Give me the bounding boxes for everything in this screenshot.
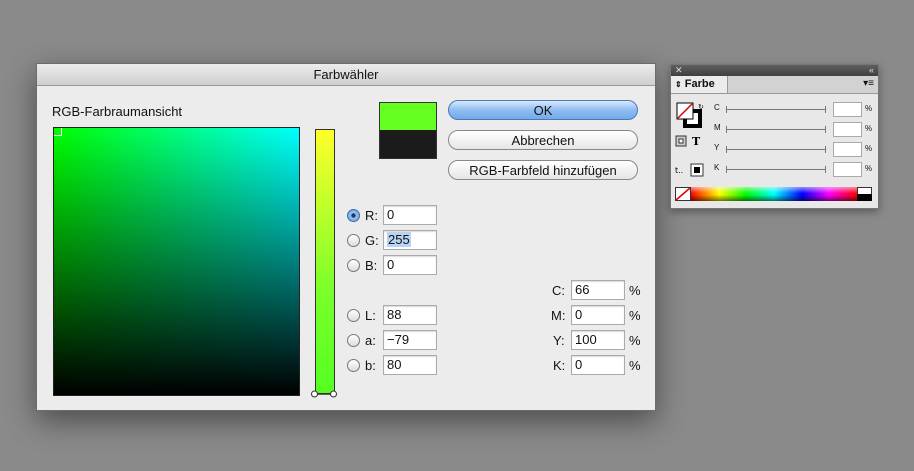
panel-k-input[interactable] bbox=[833, 162, 862, 177]
m-unit: % bbox=[629, 308, 641, 323]
tab-farbe[interactable]: ⇕ Farbe bbox=[671, 76, 728, 93]
panel-m-label: M bbox=[714, 123, 721, 132]
color-picker-dialog: Farbwähler RGB-Farbraumansicht OK Abbrec… bbox=[36, 63, 656, 411]
panel-c-unit: % bbox=[865, 104, 873, 113]
radio-r[interactable] bbox=[347, 209, 360, 222]
close-icon[interactable]: ✕ bbox=[675, 65, 683, 76]
original-color-swatch[interactable] bbox=[379, 130, 437, 159]
panel-c-slider[interactable] bbox=[726, 106, 826, 113]
panel-c-label: C bbox=[714, 103, 720, 112]
g-label: G: bbox=[365, 233, 379, 248]
r-input[interactable]: 0 bbox=[383, 205, 437, 225]
m-input[interactable]: 0 bbox=[571, 305, 625, 325]
panel-menu-icon[interactable]: ▾≡ bbox=[863, 78, 874, 89]
b-input[interactable]: 0 bbox=[383, 255, 437, 275]
black-swatch[interactable] bbox=[857, 194, 872, 201]
tab-arrows-icon: ⇕ bbox=[675, 80, 682, 89]
svg-text:t..: t.. bbox=[675, 166, 683, 175]
c-label: C: bbox=[552, 283, 565, 298]
none-color-icon[interactable] bbox=[675, 187, 691, 201]
g-input[interactable]: 255 bbox=[383, 230, 437, 250]
k-input[interactable]: 0 bbox=[571, 355, 625, 375]
panel-c-input[interactable] bbox=[833, 102, 862, 117]
b-label: B: bbox=[365, 258, 378, 273]
add-rgb-swatch-button[interactable]: RGB-Farbfeld hinzufügen bbox=[448, 160, 638, 180]
panel-m-input[interactable] bbox=[833, 122, 862, 137]
panel-header[interactable]: ✕ « bbox=[671, 65, 878, 76]
new-color-swatch bbox=[379, 102, 437, 131]
k-unit: % bbox=[629, 358, 641, 373]
y-unit: % bbox=[629, 333, 641, 348]
y-input[interactable]: 100 bbox=[571, 330, 625, 350]
lab-a-input[interactable]: −79 bbox=[383, 330, 437, 350]
panel-y-input[interactable] bbox=[833, 142, 862, 157]
radio-lab-l[interactable] bbox=[347, 309, 360, 322]
panel-y-slider[interactable] bbox=[726, 146, 826, 153]
slider-handle-icon[interactable] bbox=[311, 390, 337, 398]
lab-b-input[interactable]: 80 bbox=[383, 355, 437, 375]
lab-l-input[interactable]: 88 bbox=[383, 305, 437, 325]
c-input[interactable]: 66 bbox=[571, 280, 625, 300]
panel-y-label: Y bbox=[714, 143, 720, 152]
color-space-label: RGB-Farbraumansicht bbox=[52, 104, 183, 119]
collapse-icon[interactable]: « bbox=[869, 65, 874, 76]
lab-a-label: a: bbox=[365, 333, 376, 348]
formatting-container-text-icon[interactable]: T bbox=[675, 135, 707, 147]
lab-l-label: L: bbox=[365, 308, 376, 323]
c-unit: % bbox=[629, 283, 641, 298]
panel-k-unit: % bbox=[865, 164, 873, 173]
radio-b[interactable] bbox=[347, 259, 360, 272]
color-spectrum-ramp[interactable] bbox=[691, 187, 857, 201]
cancel-button[interactable]: Abbrechen bbox=[448, 130, 638, 150]
lab-b-label: b: bbox=[365, 358, 376, 373]
k-label: K: bbox=[553, 358, 566, 373]
panel-m-slider[interactable] bbox=[726, 126, 826, 133]
r-label: R: bbox=[365, 208, 378, 223]
svg-text:↻: ↻ bbox=[698, 103, 704, 111]
dialog-title: Farbwähler bbox=[37, 64, 655, 86]
panel-tabbar: ⇕ Farbe ▾≡ bbox=[671, 76, 878, 94]
panel-k-label: K bbox=[714, 163, 720, 172]
color-slider[interactable] bbox=[315, 129, 335, 394]
panel-y-unit: % bbox=[865, 144, 873, 153]
panel-k-slider[interactable] bbox=[726, 166, 826, 173]
m-label: M: bbox=[551, 308, 566, 323]
radio-lab-a[interactable] bbox=[347, 334, 360, 347]
tint-black-icon[interactable]: t.. bbox=[675, 163, 707, 177]
y-label: Y: bbox=[553, 333, 565, 348]
g-input-value: 255 bbox=[387, 232, 411, 247]
fill-stroke-proxy-icon[interactable]: ↻ bbox=[675, 101, 705, 131]
color-field-marker[interactable] bbox=[54, 128, 62, 136]
tab-farbe-label: Farbe bbox=[684, 78, 715, 90]
color-field[interactable] bbox=[53, 127, 300, 396]
color-panel: ✕ « ⇕ Farbe ▾≡ ↻ T t.. C % M % Y % K % bbox=[670, 64, 879, 209]
white-swatch[interactable] bbox=[857, 187, 872, 194]
radio-g[interactable] bbox=[347, 234, 360, 247]
panel-m-unit: % bbox=[865, 124, 873, 133]
svg-text:T: T bbox=[692, 135, 701, 147]
radio-lab-b[interactable] bbox=[347, 359, 360, 372]
ok-button[interactable]: OK bbox=[448, 100, 638, 120]
